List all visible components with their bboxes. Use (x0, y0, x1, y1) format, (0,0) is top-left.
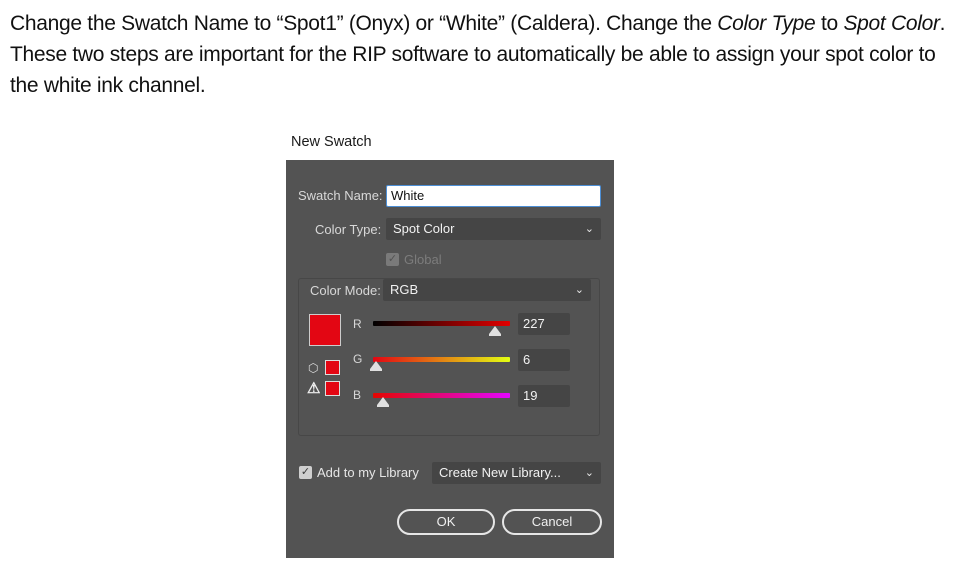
chevron-down-icon: ⌄ (584, 223, 594, 235)
chevron-down-icon: ⌄ (584, 467, 594, 479)
color-type-value: Spot Color (393, 221, 455, 236)
chevron-down-icon: ⌄ (574, 284, 584, 296)
cube-icon: ⬡ (308, 361, 319, 375)
color-preview-swatch (309, 314, 341, 346)
b-channel-label: B (353, 388, 362, 402)
add-to-library-checkbox[interactable]: ✓ (299, 466, 312, 479)
r-slider-thumb[interactable] (488, 326, 501, 336)
library-select-value: Create New Library... (439, 465, 561, 480)
warning-icon: ⚠ (307, 380, 321, 397)
dialog-title: New Swatch (291, 134, 372, 150)
color-mode-value: RGB (390, 282, 419, 297)
global-checkbox[interactable]: ✓ (386, 253, 399, 266)
web-safe-color-swatch[interactable] (325, 360, 340, 375)
gamut-color-swatch[interactable] (325, 381, 340, 396)
instructions-line-3: the white ink channel. (10, 74, 206, 97)
instructions-line-1: Change the Swatch Name to “Spot1” (Onyx)… (10, 12, 946, 35)
add-to-library-label: Add to my Library (317, 465, 419, 480)
color-mode-label: Color Mode: (310, 283, 381, 298)
g-channel-label: G (353, 352, 363, 366)
global-label: Global (404, 252, 442, 267)
b-slider-track[interactable] (373, 393, 510, 398)
library-select[interactable]: Create New Library... ⌄ (432, 462, 601, 484)
color-type-label: Color Type: (315, 222, 382, 237)
cancel-button[interactable]: Cancel (502, 509, 602, 535)
swatch-name-input[interactable]: White (386, 185, 601, 207)
new-swatch-dialog: Swatch Name: White Color Type: Spot Colo… (286, 160, 614, 558)
instructions-text: Change the Swatch Name to “Spot1” (Onyx)… (10, 8, 965, 101)
ok-button[interactable]: OK (397, 509, 495, 535)
color-mode-select[interactable]: RGB ⌄ (383, 279, 591, 301)
g-slider-thumb[interactable] (369, 361, 382, 371)
b-value-input[interactable]: 19 (518, 385, 570, 407)
r-channel-label: R (353, 317, 362, 331)
g-slider-track[interactable] (373, 357, 510, 362)
b-slider-thumb[interactable] (376, 397, 389, 407)
g-value-input[interactable]: 6 (518, 349, 570, 371)
r-value-input[interactable]: 227 (518, 313, 570, 335)
swatch-name-label: Swatch Name: (298, 188, 383, 203)
color-type-select[interactable]: Spot Color ⌄ (386, 218, 601, 240)
instructions-line-2: These two steps are important for the RI… (10, 43, 936, 66)
